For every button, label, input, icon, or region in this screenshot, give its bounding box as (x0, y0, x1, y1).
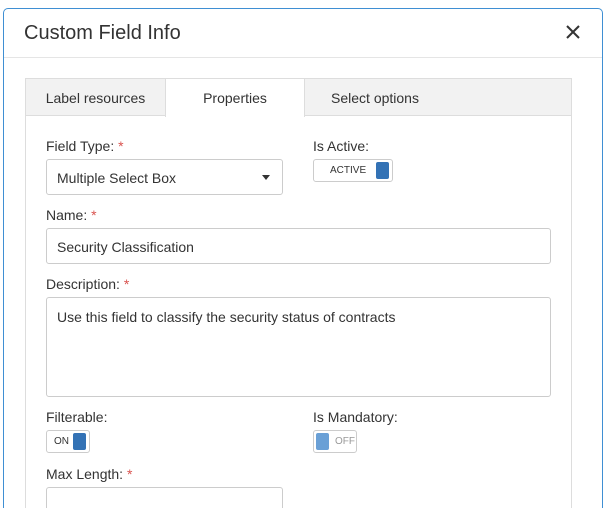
is-mandatory-toggle[interactable]: OFF (313, 430, 357, 453)
name-label-text: Name: (46, 207, 88, 223)
field-type-select[interactable]: Multiple Select Box (46, 159, 283, 195)
description-textarea[interactable]: Use this field to classify the security … (46, 297, 551, 397)
filterable-toggle[interactable]: ON (46, 430, 90, 453)
tab-bar: Label resources Properties Select option… (26, 79, 571, 117)
dialog-title: Custom Field Info (24, 22, 181, 44)
is-active-toggle[interactable]: ACTIVE (313, 159, 393, 182)
description-label-text: Description: (46, 276, 120, 292)
description-value: Use this field to classify the security … (57, 309, 396, 325)
description-label: Description: * (46, 276, 129, 292)
toggle-knob (376, 162, 389, 179)
close-button[interactable] (562, 21, 584, 43)
custom-field-dialog: Custom Field Info Label resources Proper… (3, 8, 603, 508)
caret-down-icon (262, 175, 270, 180)
max-length-label: Max Length: * (46, 466, 132, 482)
is-mandatory-toggle-text: OFF (335, 436, 355, 447)
tab-label-resources[interactable]: Label resources (26, 79, 165, 116)
required-mark: * (123, 276, 130, 292)
field-type-label: Field Type: * (46, 138, 124, 154)
toggle-knob (316, 433, 329, 450)
required-mark: * (126, 466, 133, 482)
name-input-value: Security Classification (57, 239, 194, 255)
toggle-knob (73, 433, 86, 450)
is-active-toggle-text: ACTIVE (330, 165, 367, 176)
max-length-input[interactable] (46, 487, 283, 508)
filterable-label: Filterable: (46, 409, 108, 425)
tab-panel: Label resources Properties Select option… (25, 78, 572, 508)
name-input[interactable]: Security Classification (46, 228, 551, 264)
field-type-value: Multiple Select Box (57, 170, 177, 186)
field-type-label-text: Field Type: (46, 138, 115, 154)
close-icon (566, 25, 580, 39)
dialog-header: Custom Field Info (4, 9, 602, 58)
tab-select-options[interactable]: Select options (305, 79, 445, 116)
required-mark: * (91, 207, 97, 223)
filterable-toggle-text: ON (54, 436, 69, 447)
is-active-label: Is Active: (313, 138, 370, 154)
max-length-label-text: Max Length: (46, 466, 124, 482)
is-mandatory-label: Is Mandatory: (313, 409, 398, 425)
name-label: Name: * (46, 207, 97, 223)
tab-properties[interactable]: Properties (165, 79, 305, 117)
required-mark: * (118, 138, 124, 154)
